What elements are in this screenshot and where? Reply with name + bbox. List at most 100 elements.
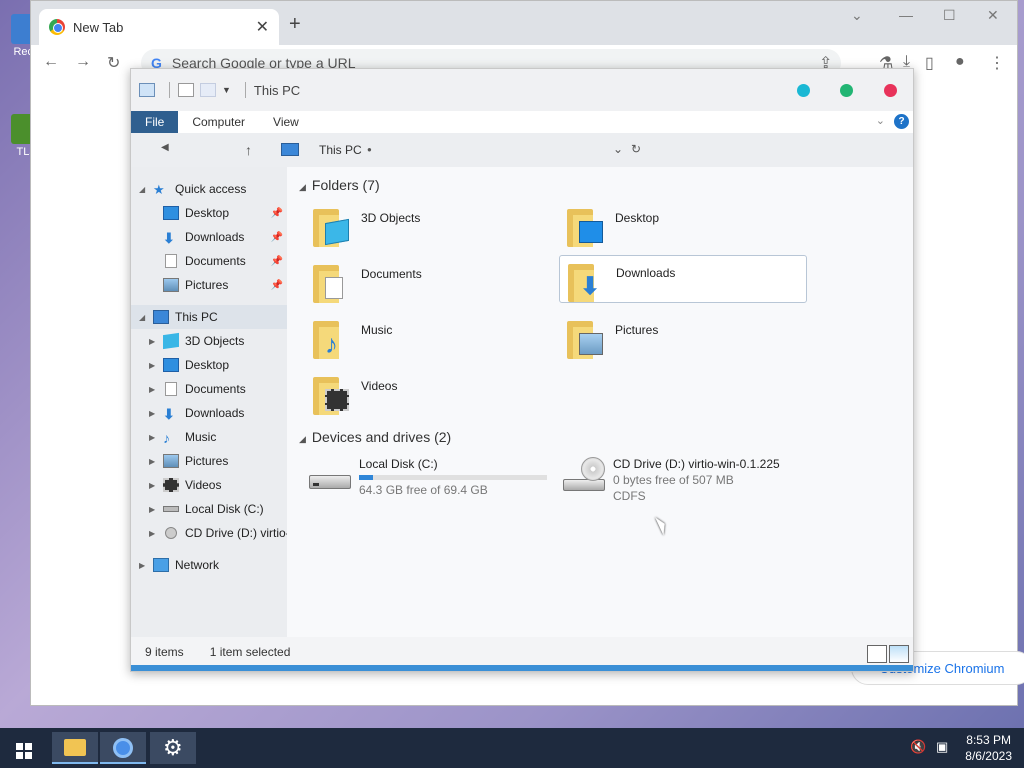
collapse-arrow-icon[interactable]: ◢ [139, 185, 145, 194]
collapse-arrow-icon[interactable]: ◢ [139, 313, 145, 322]
up-icon[interactable]: ↑ [245, 142, 252, 158]
folders-group-header[interactable]: ◢ Folders (7) [299, 177, 380, 193]
back-icon[interactable]: ← [43, 53, 59, 71]
reload-icon[interactable]: ↻ [107, 53, 120, 73]
expand-arrow-icon[interactable]: ▶ [149, 337, 155, 346]
sidebar-item-desktop[interactable]: Desktop 📌 [131, 201, 287, 225]
refresh-icon[interactable]: ↻ [631, 142, 641, 156]
download-arrow-icon: ⬇ [163, 406, 175, 422]
drive-tile-local-disk[interactable]: Local Disk (C:) 64.3 GB free of 69.4 GB [309, 455, 557, 509]
new-folder-icon[interactable] [200, 83, 216, 97]
network-tray-icon[interactable]: ▣ [936, 739, 948, 755]
expand-arrow-icon[interactable]: ▶ [149, 457, 155, 466]
sidebar-item-documents-pc[interactable]: ▶ Documents [131, 377, 287, 401]
properties-icon[interactable] [178, 83, 194, 97]
sidebar-item-downloads-pc[interactable]: ▶ ⬇ Downloads [131, 401, 287, 425]
sidebar-item-downloads[interactable]: ⬇ Downloads 📌 [131, 225, 287, 249]
maximize-button[interactable]: ☐ [943, 7, 956, 24]
collapse-group-icon: ◢ [299, 434, 306, 444]
sidebar-item-quick-access[interactable]: ◢ ★ Quick access [131, 177, 287, 201]
sidebar-item-videos[interactable]: ▶ Videos [131, 473, 287, 497]
folder-pictures-icon [565, 317, 607, 361]
sidebar-item-network[interactable]: ▶ Network [131, 553, 287, 577]
folder-tile-desktop[interactable]: Desktop [565, 205, 813, 253]
devices-group-header[interactable]: ◢ Devices and drives (2) [299, 429, 451, 445]
sidebar-label: Downloads [185, 230, 245, 244]
file-explorer-window: ▼ This PC File Computer View ⌄ ? ◀ ↑ Thi… [130, 68, 914, 672]
details-view-icon[interactable] [867, 645, 887, 663]
pin-icon[interactable]: 📌 [271, 208, 283, 219]
close-tab-icon[interactable]: ✕ [256, 17, 269, 37]
sidebar-label: Network [175, 558, 220, 572]
chrome-tab-new-tab[interactable]: New Tab ✕ [39, 9, 279, 45]
close-window-button[interactable]: ✕ [987, 7, 999, 24]
large-icons-view-icon[interactable] [889, 645, 909, 663]
taskbar-clock[interactable]: 8:53 PM 8/6/2023 [965, 732, 1012, 764]
folder-tile-downloads[interactable]: ⬇ Downloads [559, 255, 807, 303]
folder-tile-documents[interactable]: Documents [311, 261, 559, 309]
customize-toolbar-icon[interactable]: ▼ [222, 85, 231, 95]
expand-arrow-icon[interactable]: ▶ [149, 481, 155, 490]
folder-tile-music[interactable]: ♪ Music [311, 317, 559, 365]
picture-icon [163, 454, 179, 468]
sidebar-item-desktop-pc[interactable]: ▶ Desktop [131, 353, 287, 377]
sidebar-item-cd-drive[interactable]: ▶ CD Drive (D:) virtio- [131, 521, 287, 545]
folder-tile-pictures[interactable]: Pictures [565, 317, 813, 365]
new-tab-button[interactable]: + [289, 13, 301, 36]
expand-arrow-icon[interactable]: ▶ [149, 385, 155, 394]
minimize-dot-button[interactable] [797, 84, 810, 97]
drive-tile-cd-drive[interactable]: CD Drive (D:) virtio-win-0.1.225 0 bytes… [563, 455, 811, 509]
pin-icon[interactable]: 📌 [271, 256, 283, 267]
sidebar-item-pictures-pc[interactable]: ▶ Pictures [131, 449, 287, 473]
back-icon[interactable]: ◀ [161, 142, 169, 153]
folder-name: Music [361, 323, 393, 337]
tab-file[interactable]: File [131, 111, 179, 133]
status-selection: 1 item selected [209, 645, 291, 659]
tab-view[interactable]: View [259, 111, 313, 133]
help-icon[interactable]: ? [894, 114, 909, 129]
expand-ribbon-icon[interactable]: ⌄ [876, 114, 885, 127]
document-icon [165, 382, 177, 396]
close-dot-button[interactable] [884, 84, 897, 97]
address-path[interactable]: This PC [319, 143, 362, 157]
pin-icon[interactable]: 📌 [271, 232, 283, 243]
sidebar-item-3d-objects[interactable]: ▶ 3D Objects [131, 329, 287, 353]
folder-documents-icon [311, 261, 353, 305]
expand-arrow-icon[interactable]: ▶ [149, 361, 155, 370]
sidebar-item-this-pc[interactable]: ◢ This PC [131, 305, 287, 329]
navigation-pane[interactable]: ◢ ★ Quick access Desktop 📌 ⬇ Downloads 📌… [131, 167, 287, 637]
expand-arrow-icon[interactable]: ▶ [149, 409, 155, 418]
menu-icon[interactable]: ⋮ [989, 53, 1005, 73]
sidebar-item-documents[interactable]: Documents 📌 [131, 249, 287, 273]
tab-search-icon[interactable]: ⌄ [851, 7, 863, 24]
profile-icon[interactable]: ● [955, 53, 965, 71]
clock-time: 8:53 PM [966, 733, 1011, 747]
minimize-button[interactable]: — [899, 7, 913, 23]
sidebar-item-pictures[interactable]: Pictures 📌 [131, 273, 287, 297]
pin-icon[interactable]: 📌 [271, 280, 283, 291]
address-bar: ◀ ↑ This PC ● ⌄ ↻ [131, 133, 913, 167]
expand-arrow-icon[interactable]: ▶ [149, 529, 155, 538]
expand-arrow-icon[interactable]: ▶ [149, 505, 155, 514]
taskbar-file-explorer[interactable] [52, 732, 98, 764]
windows-logo-icon [16, 743, 32, 759]
expand-arrow-icon[interactable]: ▶ [139, 561, 145, 570]
status-item-count: 9 items [145, 645, 184, 659]
volume-muted-icon[interactable]: 🔇 [910, 739, 926, 755]
group-label: Folders (7) [311, 177, 380, 193]
start-button[interactable] [0, 732, 46, 764]
expand-arrow-icon[interactable]: ▶ [149, 433, 155, 442]
taskbar-settings[interactable]: ⚙ [150, 732, 196, 764]
maximize-dot-button[interactable] [840, 84, 853, 97]
side-panel-icon[interactable]: ▯ [925, 53, 934, 73]
taskbar-chromium[interactable] [100, 732, 146, 764]
folder-tile-videos[interactable]: Videos [311, 373, 559, 421]
folder-tile-3d-objects[interactable]: 3D Objects [311, 205, 559, 253]
sidebar-item-local-disk[interactable]: ▶ Local Disk (C:) [131, 497, 287, 521]
sidebar-item-music[interactable]: ▶ ♪ Music [131, 425, 287, 449]
address-dropdown-icon[interactable]: ⌄ [613, 142, 623, 156]
tab-computer[interactable]: Computer [178, 111, 259, 133]
forward-icon[interactable]: → [75, 53, 91, 71]
chrome-logo-icon [49, 19, 65, 35]
cd-drive-icon [165, 527, 177, 539]
